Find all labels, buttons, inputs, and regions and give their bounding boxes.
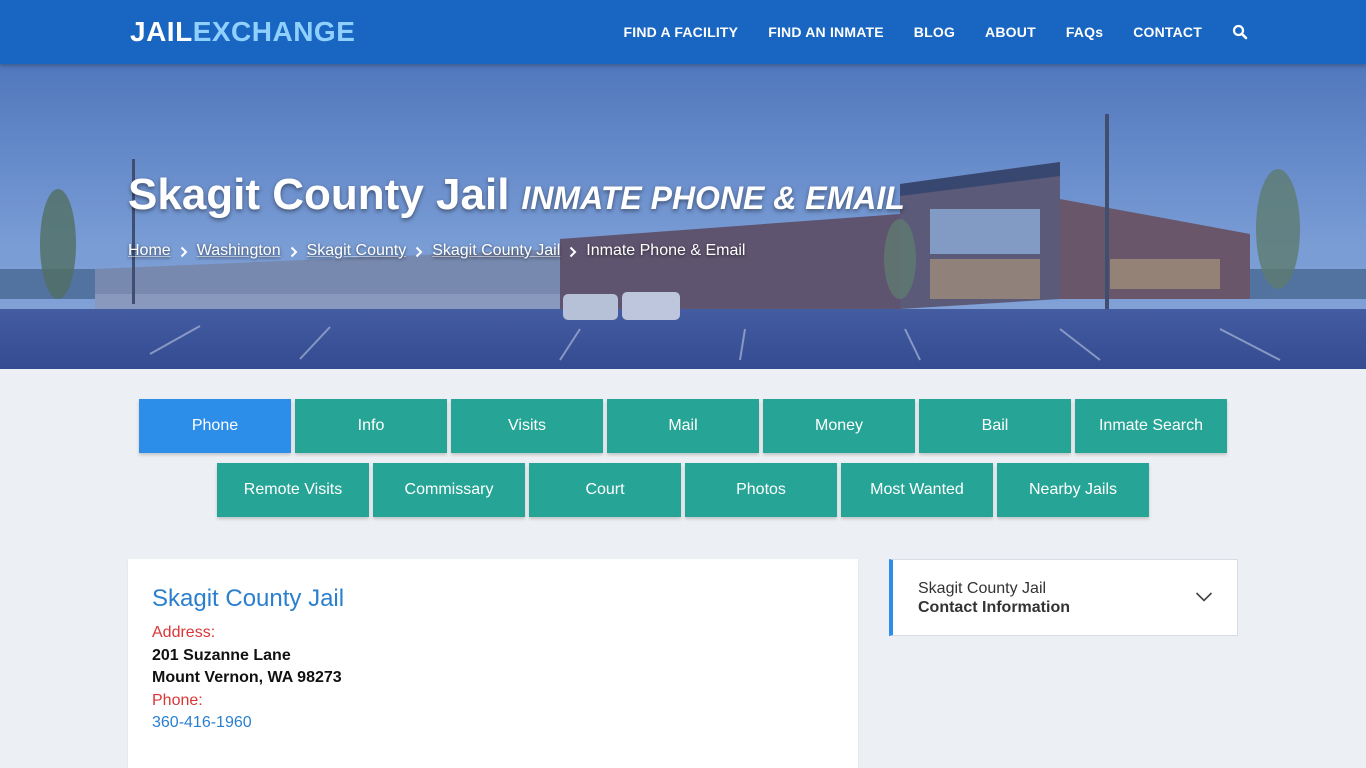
tab-mail[interactable]: Mail [607,399,759,453]
nav-faqs[interactable]: FAQs [1066,24,1103,40]
breadcrumb-washington[interactable]: Washington [197,242,281,260]
hero-banner: Skagit County Jail INMATE PHONE & EMAIL H… [0,64,1366,369]
tab-bail[interactable]: Bail [919,399,1071,453]
chevron-right-icon [290,245,298,258]
accordion-title-line1: Skagit County Jail [918,580,1047,597]
nav-blog[interactable]: BLOG [914,24,955,40]
chevron-right-icon [180,245,188,258]
breadcrumb-skagit-county[interactable]: Skagit County [307,242,407,260]
top-navbar: JAILEXCHANGE FIND A FACILITY FIND AN INM… [0,0,1366,64]
nav-contact[interactable]: CONTACT [1133,24,1202,40]
address-label: Address: [152,624,216,641]
tab-inmate-search[interactable]: Inmate Search [1075,399,1227,453]
tab-money[interactable]: Money [763,399,915,453]
main-nav: FIND A FACILITY FIND AN INMATE BLOG ABOU… [593,0,1248,64]
site-logo[interactable]: JAILEXCHANGE [130,16,355,48]
page-title: Skagit County Jail INMATE PHONE & EMAIL [128,170,905,220]
breadcrumb: Home Washington Skagit County Skagit Cou… [128,242,745,260]
contact-info-accordion[interactable]: Skagit County Jail Contact Information [889,559,1238,636]
nav-find-inmate[interactable]: FIND AN INMATE [768,24,884,40]
tab-commissary[interactable]: Commissary [373,463,525,517]
facility-card: Skagit County Jail Address: 201 Suzanne … [128,559,858,768]
address-line-1: 201 Suzanne Lane [152,647,291,664]
tab-row-1: Phone Info Visits Mail Money Bail Inmate… [0,399,1366,453]
breadcrumb-home[interactable]: Home [128,242,171,260]
chevron-right-icon [415,245,423,258]
breadcrumb-current: Inmate Phone & Email [586,242,746,259]
tab-most-wanted[interactable]: Most Wanted [841,463,993,517]
tab-visits[interactable]: Visits [451,399,603,453]
tab-info[interactable]: Info [295,399,447,453]
nav-about[interactable]: ABOUT [985,24,1036,40]
page-title-main: Skagit County Jail [128,170,510,219]
nav-find-facility[interactable]: FIND A FACILITY [623,24,738,40]
chevron-right-icon [569,245,577,258]
tab-photos[interactable]: Photos [685,463,837,517]
breadcrumb-skagit-county-jail[interactable]: Skagit County Jail [432,242,560,260]
accordion-title-line2: Contact Information [918,599,1070,616]
tab-court[interactable]: Court [529,463,681,517]
tab-remote-visits[interactable]: Remote Visits [217,463,369,517]
chevron-down-icon[interactable] [1195,590,1213,602]
facility-name: Skagit County Jail [152,585,345,612]
logo-text-jail: JAIL [130,16,193,47]
tab-phone[interactable]: Phone [139,399,291,453]
phone-label: Phone: [152,692,203,709]
tab-row-2: Remote Visits Commissary Court Photos Mo… [0,463,1366,517]
page-title-sub: INMATE PHONE & EMAIL [521,180,905,216]
search-icon[interactable] [1232,24,1248,40]
logo-text-exchange: EXCHANGE [192,16,356,47]
tab-nearby-jails[interactable]: Nearby Jails [997,463,1149,517]
address-line-2: Mount Vernon, WA 98273 [152,669,342,686]
phone-link[interactable]: 360-416-1960 [152,714,252,732]
